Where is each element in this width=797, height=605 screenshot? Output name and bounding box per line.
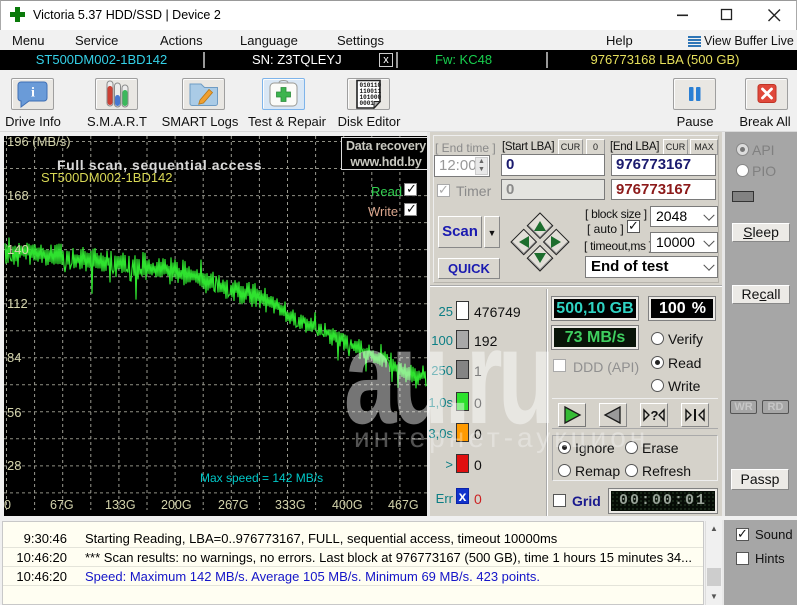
svg-text:?: ?	[651, 408, 659, 423]
svg-text:i: i	[31, 86, 35, 101]
svg-text:0001: 0001	[360, 100, 375, 107]
